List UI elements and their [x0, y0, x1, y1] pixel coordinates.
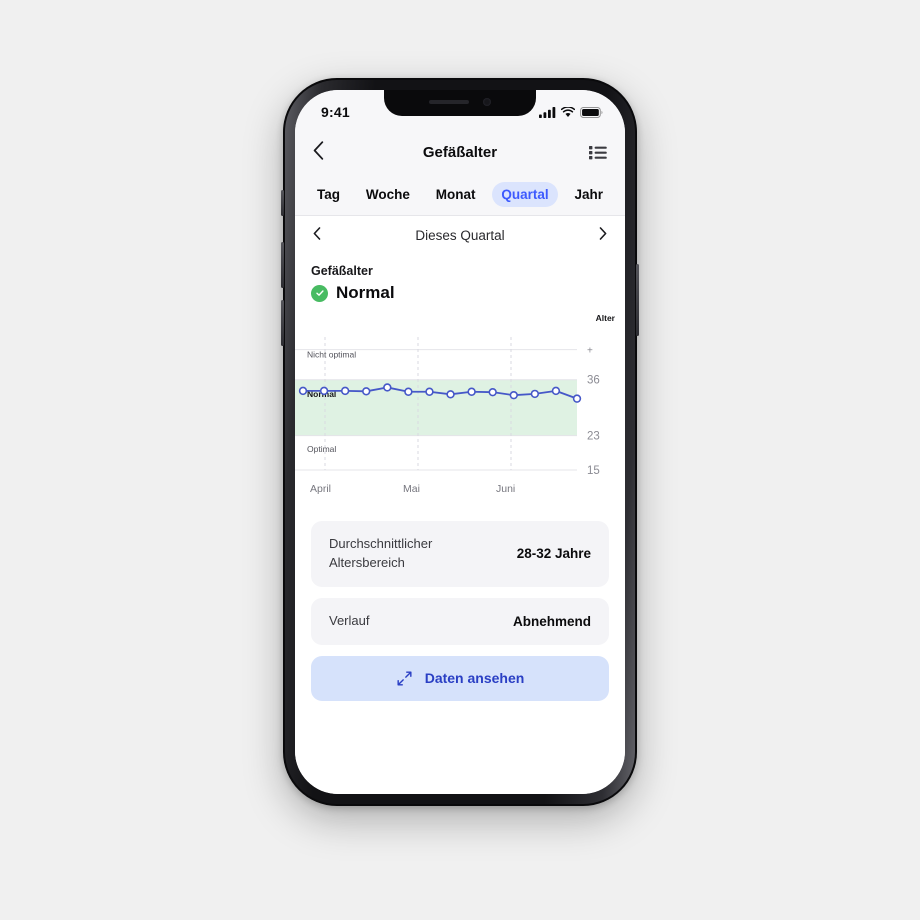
view-data-button[interactable]: Daten ansehen — [311, 655, 609, 701]
phone-screen: 9:41 Gefäßalter Tag Woche Monat Quartal … — [295, 90, 625, 794]
card-trend[interactable]: Verlauf Abnehmend — [311, 597, 609, 645]
period-navigator: Dieses Quartal — [295, 216, 625, 254]
card-label: Verlauf — [329, 612, 370, 628]
phone-frame: 9:41 Gefäßalter Tag Woche Monat Quartal … — [281, 78, 639, 806]
normal-band — [295, 379, 577, 436]
y-tick-label: 23 — [587, 431, 600, 443]
chart: Alter +362315Nicht optimalNormalOptimalA… — [295, 313, 625, 513]
battery-icon — [580, 106, 603, 118]
nav-bar: Gefäßalter — [295, 130, 625, 174]
data-point — [362, 387, 371, 396]
data-point — [340, 386, 350, 396]
summary-row: Normal — [311, 283, 609, 303]
period-label: Dieses Quartal — [415, 227, 505, 243]
y-tick-label: + — [587, 346, 593, 357]
data-point — [383, 383, 392, 392]
volume-down-button[interactable] — [281, 300, 284, 346]
content-area: Dieses Quartal Gefäßalter Normal Alter +… — [295, 216, 625, 794]
chart-axis-title: Alter — [595, 313, 615, 323]
x-tick-label: Juni — [496, 483, 515, 495]
expand-arrows-icon — [397, 670, 412, 686]
tab-tag[interactable]: Tag — [308, 182, 349, 207]
y-tick-label: 36 — [587, 375, 600, 387]
x-tick-label: Mai — [403, 483, 420, 495]
status-icons — [539, 106, 603, 118]
band-label: Nicht optimal — [307, 349, 356, 359]
notch — [384, 90, 536, 116]
check-circle-icon — [315, 290, 324, 296]
status-value: Normal — [336, 283, 395, 302]
wifi-icon — [561, 106, 575, 117]
back-button[interactable] — [313, 140, 339, 164]
page-title: Gefäßalter — [422, 143, 498, 161]
status-badge — [311, 284, 328, 302]
summary-section: Gefäßalter Normal — [295, 254, 625, 303]
status-time: 9:41 — [321, 104, 350, 120]
period-tab-bar: Tag Woche Monat Quartal Jahr — [295, 174, 625, 216]
data-point — [509, 390, 518, 400]
tab-jahr[interactable]: Jahr — [565, 182, 612, 207]
tab-woche[interactable]: Woche — [357, 182, 419, 207]
list-bullet-icon — [589, 145, 607, 159]
power-button[interactable] — [636, 264, 639, 336]
tab-monat[interactable]: Monat — [427, 182, 485, 207]
front-camera-icon — [483, 97, 491, 106]
data-point — [467, 387, 476, 396]
data-point — [572, 394, 582, 403]
list-options-button[interactable] — [581, 145, 607, 160]
data-point — [298, 386, 308, 396]
chevron-left-icon — [313, 140, 324, 160]
card-value: 28-32 Jahre — [516, 546, 591, 562]
next-period-button[interactable] — [589, 226, 607, 244]
earpiece-speaker — [429, 99, 469, 104]
data-point — [425, 387, 434, 396]
card-label: Durchschnittlicher Altersbereich — [329, 536, 433, 570]
card-average-age-range[interactable]: Durchschnittlicher Altersbereich 28-32 J… — [311, 521, 609, 587]
volume-up-button[interactable] — [281, 242, 284, 288]
chevron-right-icon — [599, 226, 607, 240]
silent-switch[interactable] — [281, 190, 284, 216]
info-cards: Durchschnittlicher Altersbereich 28-32 J… — [295, 513, 625, 645]
view-data-label: Daten ansehen — [424, 670, 525, 687]
previous-period-button[interactable] — [313, 226, 331, 244]
data-point — [446, 390, 455, 399]
tab-quartal[interactable]: Quartal — [492, 182, 558, 207]
chart-svg[interactable]: +362315Nicht optimalNormalOptimalAprilMa… — [295, 313, 625, 513]
summary-label: Gefäßalter — [311, 264, 373, 278]
band-label: Optimal — [307, 444, 336, 454]
signal-bars-icon — [539, 106, 556, 118]
data-point — [530, 389, 540, 399]
data-point — [551, 386, 561, 396]
chevron-left-icon — [313, 226, 321, 240]
data-point — [319, 386, 329, 396]
card-value: Abnehmend — [512, 613, 591, 629]
data-point — [488, 387, 497, 397]
data-point — [404, 387, 413, 396]
x-tick-label: April — [310, 483, 331, 495]
y-tick-label: 15 — [587, 465, 600, 477]
